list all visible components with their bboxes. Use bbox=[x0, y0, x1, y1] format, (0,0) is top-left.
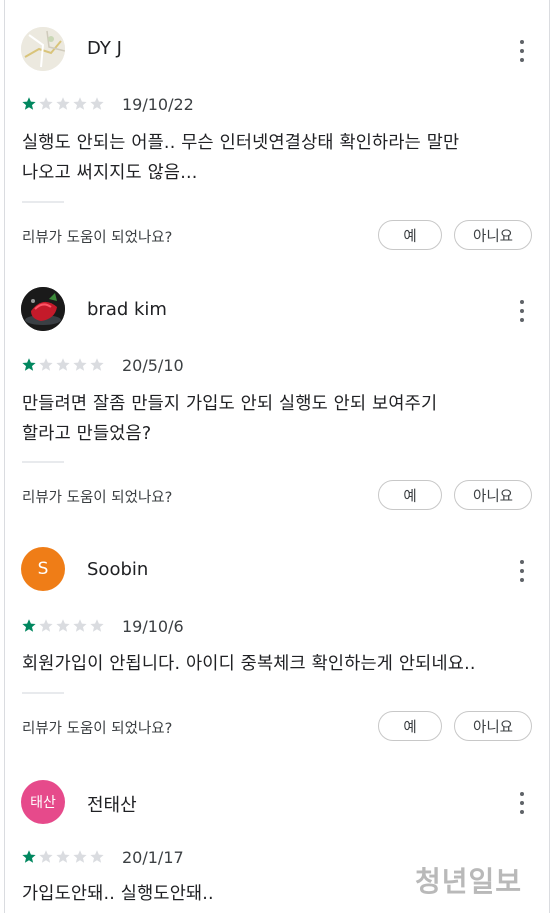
review-text-line: 실행도 안되는 어플.. 무슨 인터넷연결상태 확인하라는 말만 bbox=[22, 133, 460, 153]
star-empty-icon bbox=[90, 358, 104, 371]
reviewer-name: 전태산 bbox=[87, 795, 137, 816]
more-options-icon[interactable] bbox=[511, 38, 533, 64]
reviewer-name: Soobin bbox=[87, 559, 149, 580]
reviewer-name: brad kim bbox=[87, 299, 167, 320]
review-text-line: 만들려면 잘좀 만들지 가입도 안되 실행도 안되 보여주기 bbox=[22, 394, 438, 414]
review-text-line: 할라고 만들었음? bbox=[22, 424, 152, 444]
star-filled-icon bbox=[22, 850, 36, 863]
helpful-yes-button[interactable]: 예 bbox=[378, 711, 442, 741]
star-empty-icon bbox=[73, 850, 87, 863]
divider bbox=[22, 461, 64, 463]
helpful-no-button[interactable]: 아니요 bbox=[454, 480, 532, 510]
helpful-question: 리뷰가 도움이 되었나요? bbox=[22, 230, 173, 246]
avatar-letter: 태산 bbox=[30, 795, 56, 811]
avatar bbox=[21, 27, 65, 71]
star-rating bbox=[21, 357, 105, 373]
star-empty-icon bbox=[90, 97, 104, 110]
frame-left-border bbox=[4, 0, 5, 913]
review-text: 만들려면 잘좀 만들지 가입도 안되 실행도 안되 보여주기 할라고 만들었음? bbox=[22, 389, 537, 449]
map-thumbnail-icon bbox=[21, 27, 65, 71]
reviewer-name: DY J bbox=[87, 38, 122, 59]
helpful-no-button[interactable]: 아니요 bbox=[454, 711, 532, 741]
star-empty-icon bbox=[56, 850, 70, 863]
star-empty-icon bbox=[39, 619, 53, 632]
star-empty-icon bbox=[39, 97, 53, 110]
star-empty-icon bbox=[90, 619, 104, 632]
avatar: S bbox=[21, 547, 65, 591]
review-date: 20/5/10 bbox=[122, 356, 184, 375]
helpful-yes-button[interactable]: 예 bbox=[378, 220, 442, 250]
strawberry-photo-icon bbox=[21, 287, 65, 331]
star-rating bbox=[21, 96, 105, 112]
review-text: 실행도 안되는 어플.. 무슨 인터넷연결상태 확인하라는 말만 나오고 써지지… bbox=[22, 128, 537, 188]
star-filled-icon bbox=[22, 619, 36, 632]
review-text: 회원가입이 안됩니다. 아이디 중복체크 확인하는게 안되네요.. bbox=[22, 649, 537, 679]
review-text-line: 나오고 써지지도 않음... bbox=[22, 163, 198, 183]
divider bbox=[22, 692, 64, 694]
avatar bbox=[21, 287, 65, 331]
helpful-yes-button[interactable]: 예 bbox=[378, 480, 442, 510]
watermark-logo: 청년일보 bbox=[415, 865, 523, 898]
more-options-icon[interactable] bbox=[511, 558, 533, 584]
star-filled-icon bbox=[22, 358, 36, 371]
star-rating bbox=[21, 618, 105, 634]
star-empty-icon bbox=[39, 850, 53, 863]
star-empty-icon bbox=[39, 358, 53, 371]
frame-right-border bbox=[549, 0, 550, 913]
more-options-icon[interactable] bbox=[511, 790, 533, 816]
star-empty-icon bbox=[56, 358, 70, 371]
star-rating bbox=[21, 849, 105, 865]
avatar-letter: S bbox=[37, 559, 49, 579]
star-empty-icon bbox=[73, 619, 87, 632]
helpful-no-button[interactable]: 아니요 bbox=[454, 220, 532, 250]
helpful-question: 리뷰가 도움이 되었나요? bbox=[22, 721, 173, 737]
avatar: 태산 bbox=[21, 780, 65, 824]
star-empty-icon bbox=[56, 619, 70, 632]
review-date: 20/1/17 bbox=[122, 848, 184, 867]
star-empty-icon bbox=[73, 358, 87, 371]
divider bbox=[22, 201, 64, 203]
star-empty-icon bbox=[90, 850, 104, 863]
star-empty-icon bbox=[56, 97, 70, 110]
star-empty-icon bbox=[73, 97, 87, 110]
more-options-icon[interactable] bbox=[511, 298, 533, 324]
helpful-question: 리뷰가 도움이 되었나요? bbox=[22, 490, 173, 506]
review-date: 19/10/22 bbox=[122, 95, 194, 114]
star-filled-icon bbox=[22, 97, 36, 110]
review-text-line: 회원가입이 안됩니다. 아이디 중복체크 확인하는게 안되네요.. bbox=[22, 654, 476, 674]
review-date: 19/10/6 bbox=[122, 617, 184, 636]
